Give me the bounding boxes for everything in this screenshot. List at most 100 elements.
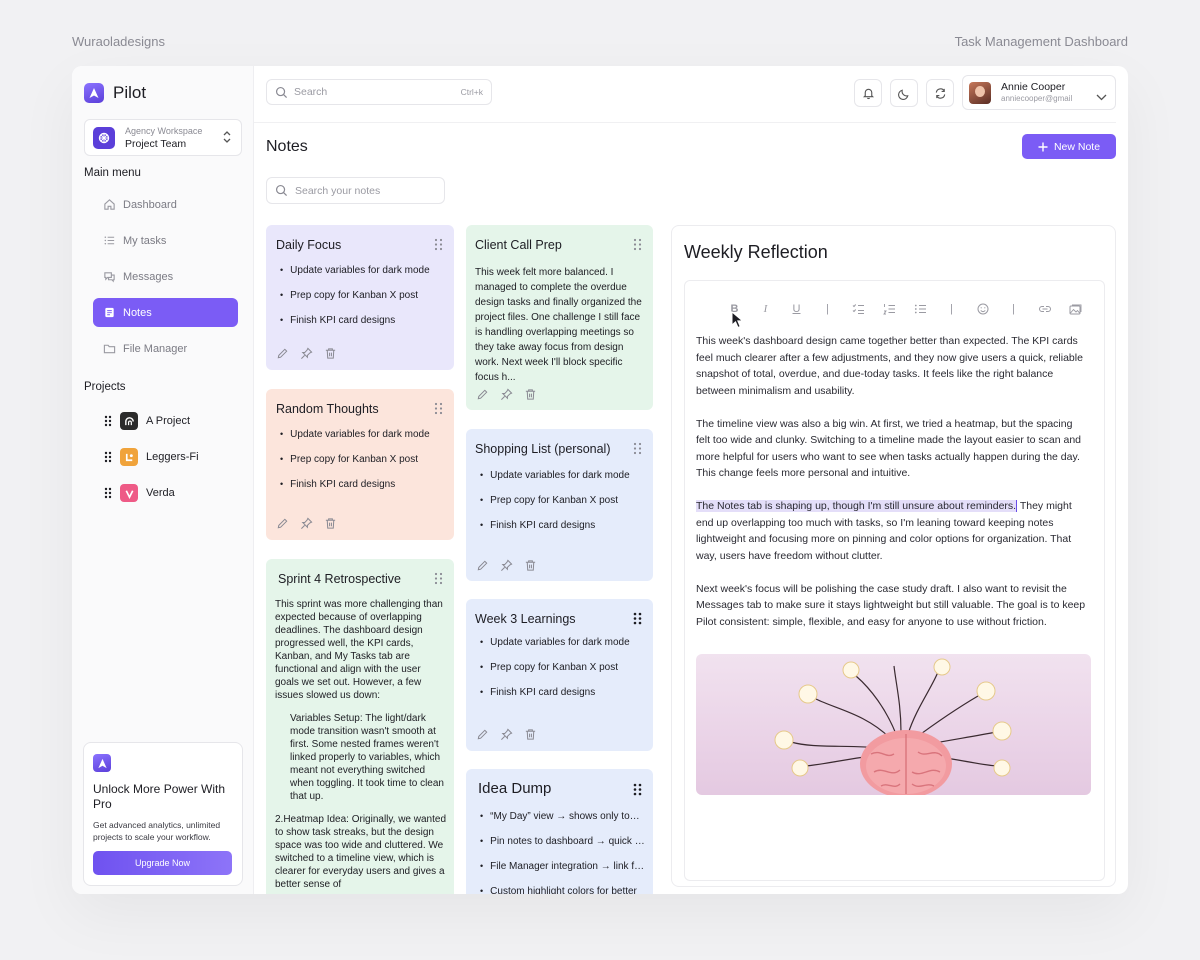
trash-icon[interactable] [324,347,337,360]
user-name: Annie Cooper [1001,80,1066,93]
global-search-input[interactable]: Search Ctrl+k [266,79,492,105]
verda-logo-icon [120,484,138,502]
dark-mode-toggle[interactable] [890,79,918,107]
workspace-switcher[interactable]: Agency Workspace Project Team [84,119,242,156]
link-icon [1038,306,1051,312]
note-card-sprint-retrospective[interactable]: Sprint 4 Retrospective This sprint was m… [266,559,454,894]
underline-button[interactable]: U [781,301,812,317]
pin-icon[interactable] [500,388,513,401]
list-item: Finish KPI card designs [480,680,645,705]
card-title: Daily Focus [276,238,342,252]
edit-icon[interactable] [276,347,289,360]
edit-icon[interactable] [276,517,289,530]
toolbar-divider: | [826,303,829,315]
drag-handle-icon[interactable] [434,572,443,590]
card-actions [476,728,537,741]
drag-handle-icon[interactable] [434,402,443,420]
edit-icon[interactable] [476,728,489,741]
drag-handle-icon[interactable] [104,415,112,427]
paragraph: This week's dashboard design came togeth… [696,335,1083,397]
sync-button[interactable] [926,79,954,107]
product-label: Task Management Dashboard [954,34,1128,49]
bell-icon [862,88,874,100]
nav-messages[interactable]: Messages [93,262,238,291]
pilot-logo-icon [93,754,111,772]
pin-icon[interactable] [300,347,313,360]
moon-icon [897,89,908,100]
list-item: Prep copy for Kanban X post [480,655,645,680]
project-leggers-fi[interactable]: Leggers-Fi [104,448,199,466]
checklist-icon [852,304,864,314]
image-icon [1069,304,1082,314]
drag-handle-icon[interactable] [633,783,642,801]
trash-icon[interactable] [524,559,537,572]
trash-icon[interactable] [524,388,537,401]
card-actions [476,388,537,401]
editor-content[interactable]: This week's dashboard design came togeth… [696,333,1086,647]
numbered-list-button[interactable] [874,301,905,317]
notes-search-input[interactable]: Search your notes [266,177,445,204]
note-card-shopping-list[interactable]: Shopping List (personal) Update variable… [466,429,653,581]
bullet-list-button[interactable] [905,301,936,317]
drag-handle-icon[interactable] [104,487,112,499]
pin-icon[interactable] [300,517,313,530]
note-card-idea-dump[interactable]: Idea Dump “My Day” view → shows only tod… [466,769,653,894]
drag-handle-icon[interactable] [633,612,642,630]
card-text: This week felt more balanced. I managed … [475,267,642,383]
emoji-icon [977,303,988,315]
checklist-button[interactable] [843,301,874,317]
sidebar: Pilot Agency Workspace Project Team Main… [72,66,254,894]
drag-handle-icon[interactable] [434,238,443,256]
search-icon [275,86,288,98]
link-button[interactable] [1029,301,1060,317]
brain-lightbulbs-image[interactable] [696,654,1091,795]
upgrade-now-button[interactable]: Upgrade Now [93,851,232,875]
new-note-button[interactable]: New Note [1022,134,1116,159]
card-title: Random Thoughts [276,402,379,416]
editor-body[interactable]: B I U | | | This week's dashboard design… [684,280,1105,881]
paragraph: The timeline view was also a big win. At… [696,417,1082,480]
notes-search-placeholder: Search your notes [295,184,381,197]
emoji-button[interactable] [967,301,998,317]
card-title: Week 3 Learnings [475,612,576,626]
card-list: “My Day” view → shows only today's tasks… [480,804,645,894]
note-card-week3-learnings[interactable]: Week 3 Learnings Update variables for da… [466,599,653,751]
editor-title[interactable]: Weekly Reflection [684,242,828,263]
card-title: Sprint 4 Retrospective [278,572,401,586]
trash-icon[interactable] [524,728,537,741]
note-card-random-thoughts[interactable]: Random Thoughts Update variables for dar… [266,389,454,540]
note-card-client-call-prep[interactable]: Client Call Prep This week felt more bal… [466,225,653,410]
pin-icon[interactable] [500,559,513,572]
brand[interactable]: Pilot [84,83,146,103]
nav-label: Notes [123,306,152,319]
toolbar-divider: | [1012,303,1015,315]
selected-text[interactable]: The Notes tab is shaping up, though I'm … [696,500,1018,512]
bullet-list-icon [914,304,926,314]
nav-notes[interactable]: Notes [93,298,238,327]
nav-dashboard[interactable]: Dashboard [93,190,238,219]
drag-handle-icon[interactable] [633,442,642,460]
edit-icon[interactable] [476,388,489,401]
avatar [969,81,991,104]
new-note-label: New Note [1053,140,1101,153]
notifications-button[interactable] [854,79,882,107]
drag-handle-icon[interactable] [104,451,112,463]
designer-label: Wuraoladesigns [72,34,165,49]
project-verda[interactable]: Verda [104,484,175,502]
paragraph: Next week's focus will be polishing the … [696,582,1086,628]
card-title: Shopping List (personal) [475,442,611,456]
user-profile-menu[interactable]: Annie Cooper anniecooper@gmail [962,75,1116,110]
nav-file-manager[interactable]: File Manager [93,334,238,363]
paragraph: The Notes tab is shaping up, though I'm … [696,498,1086,564]
drag-handle-icon[interactable] [633,238,642,256]
nav-my-tasks[interactable]: My tasks [93,226,238,255]
trash-icon[interactable] [324,517,337,530]
note-card-daily-focus[interactable]: Daily Focus Update variables for dark mo… [266,225,454,370]
project-a-project[interactable]: A Project [104,412,190,430]
italic-button[interactable]: I [750,301,781,317]
pin-icon[interactable] [500,728,513,741]
edit-icon[interactable] [476,559,489,572]
list-item: Finish KPI card designs [280,308,446,333]
image-button[interactable] [1060,301,1091,317]
nav-label: My tasks [123,234,167,247]
